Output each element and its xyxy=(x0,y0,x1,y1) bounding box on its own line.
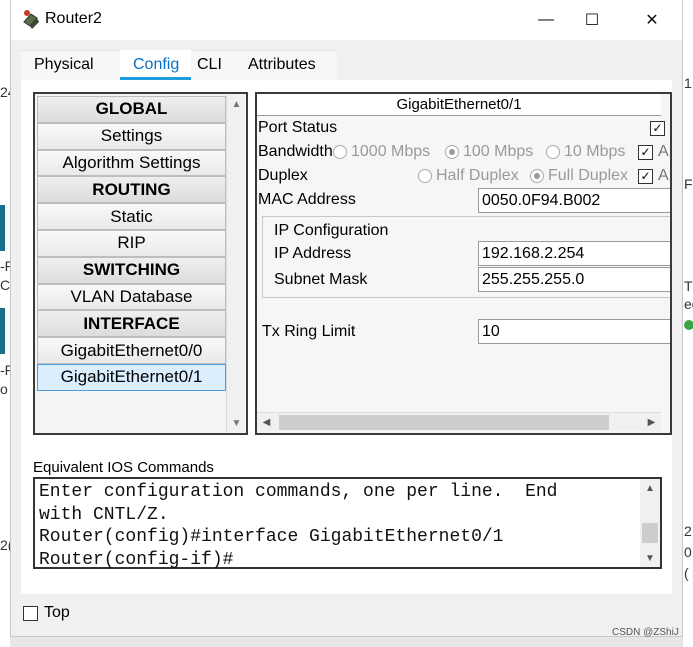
ios-commands-text: Enter configuration commands, one per li… xyxy=(39,482,558,570)
subnet-mask-label: Subnet Mask xyxy=(274,271,368,288)
minimize-button[interactable]: — xyxy=(523,0,569,40)
tab-config[interactable]: Config xyxy=(120,50,192,80)
bg-right-text: T xyxy=(684,278,693,294)
scroll-down-icon[interactable]: ▼ xyxy=(640,549,660,567)
duplex-label: Duplex xyxy=(258,167,308,184)
config-content: GLOBAL Settings Algorithm Settings ROUTI… xyxy=(21,80,672,594)
nav-scrollbar[interactable]: ▲ ▼ xyxy=(226,95,245,432)
radio-icon xyxy=(546,145,560,159)
bandwidth-label: Bandwidth xyxy=(258,143,333,160)
ip-configuration-label: IP Configuration xyxy=(274,222,389,239)
duplex-auto-checkbox[interactable]: ✓ xyxy=(638,169,653,184)
tab-attributes[interactable]: Attributes xyxy=(248,50,316,80)
watermark: CSDN @ZShiJ xyxy=(612,627,679,638)
scroll-left-icon[interactable]: ◀ xyxy=(257,413,276,432)
radio-selected-icon xyxy=(445,145,459,159)
nav-item-vlan-database[interactable]: VLAN Database xyxy=(37,283,226,311)
bandwidth-10-label: 10 Mbps xyxy=(564,143,626,160)
port-status-label: Port Status xyxy=(258,119,338,136)
duplex-half-option[interactable]: Half Duplex xyxy=(418,167,519,185)
nav-header-global: GLOBAL xyxy=(37,96,226,123)
config-nav-panel: GLOBAL Settings Algorithm Settings ROUTI… xyxy=(33,92,248,435)
close-button[interactable]: ✕ xyxy=(629,0,675,40)
scroll-right-icon[interactable]: ▶ xyxy=(642,413,661,432)
bg-link-status-dot xyxy=(684,320,693,330)
duplex-half-label: Half Duplex xyxy=(436,167,519,184)
scroll-down-icon[interactable]: ▼ xyxy=(227,414,246,432)
ios-scrollbar[interactable]: ▲ ▼ xyxy=(640,479,660,567)
maximize-button[interactable]: ☐ xyxy=(569,0,615,40)
router-icon xyxy=(21,9,43,31)
bg-device-icon xyxy=(0,308,5,354)
bandwidth-auto-checkbox[interactable]: ✓ xyxy=(638,145,653,160)
radio-icon xyxy=(333,145,347,159)
radio-selected-icon xyxy=(530,169,544,183)
bg-right-text: ( xyxy=(684,565,689,581)
ios-commands-box[interactable]: Enter configuration commands, one per li… xyxy=(33,477,662,570)
tab-physical[interactable]: Physical xyxy=(34,50,94,80)
interface-title: GigabitEthernet0/1 xyxy=(257,94,661,116)
duplex-full-label: Full Duplex xyxy=(548,167,629,184)
router-config-window: Router2 — ☐ ✕ Physical Config CLI Attrib… xyxy=(10,0,683,637)
scroll-up-icon[interactable]: ▲ xyxy=(227,95,246,113)
nav-item-settings[interactable]: Settings xyxy=(37,122,226,150)
bandwidth-auto-label: A xyxy=(658,143,669,160)
window-title: Router2 xyxy=(45,10,102,27)
bg-device-icon xyxy=(0,205,5,251)
bandwidth-1000-option[interactable]: 1000 Mbps xyxy=(333,143,430,161)
top-checkbox[interactable] xyxy=(23,606,38,621)
bandwidth-100-label: 100 Mbps xyxy=(463,143,534,160)
bg-right-text: 1 xyxy=(684,75,692,91)
config-nav-list: GLOBAL Settings Algorithm Settings ROUTI… xyxy=(37,96,226,391)
ios-commands-label: Equivalent IOS Commands xyxy=(33,459,214,476)
bandwidth-100-option[interactable]: 100 Mbps xyxy=(445,143,533,161)
tab-cli[interactable]: CLI xyxy=(197,50,222,80)
bg-right-text: eg xyxy=(684,296,693,312)
interface-detail-panel: GigabitEthernet0/1 Port Status ✓ Bandwid… xyxy=(255,92,672,435)
radio-icon xyxy=(418,169,432,183)
nav-item-gigabitethernet0-0[interactable]: GigabitEthernet0/0 xyxy=(37,337,226,364)
bandwidth-10-option[interactable]: 10 Mbps xyxy=(546,143,625,161)
tx-ring-limit-field[interactable]: 10 xyxy=(478,319,670,344)
title-bar[interactable]: Router2 — ☐ ✕ xyxy=(11,0,682,40)
ip-address-field[interactable]: 192.168.2.254 xyxy=(478,241,670,266)
duplex-full-option[interactable]: Full Duplex xyxy=(530,167,628,185)
bg-left-text: o xyxy=(0,381,8,397)
duplex-auto-label: A xyxy=(658,167,669,184)
bg-right-text: 2 xyxy=(684,523,692,539)
bandwidth-1000-label: 1000 Mbps xyxy=(351,143,431,160)
nav-header-interface: INTERFACE xyxy=(37,310,226,338)
detail-horizontal-scrollbar[interactable]: ◀ ▶ xyxy=(257,412,661,431)
nav-item-algorithm-settings[interactable]: Algorithm Settings xyxy=(37,149,226,177)
nav-item-static[interactable]: Static xyxy=(37,203,226,230)
nav-item-gigabitethernet0-1[interactable]: GigabitEthernet0/1 xyxy=(37,363,226,391)
top-label: Top xyxy=(44,604,70,621)
ip-address-label: IP Address xyxy=(274,245,352,262)
nav-item-rip[interactable]: RIP xyxy=(37,229,226,257)
bg-right-text: 0 xyxy=(684,544,692,560)
mac-address-field[interactable]: 0050.0F94.B002 xyxy=(478,188,670,213)
scroll-thumb[interactable] xyxy=(279,415,609,430)
ip-configuration-group: IP Configuration IP Address 192.168.2.25… xyxy=(262,216,670,298)
port-status-checkbox[interactable]: ✓ xyxy=(650,121,665,136)
nav-header-switching: SWITCHING xyxy=(37,256,226,284)
scroll-thumb[interactable] xyxy=(642,523,658,543)
tx-ring-limit-label: Tx Ring Limit xyxy=(262,323,356,340)
nav-header-routing: ROUTING xyxy=(37,176,226,204)
mac-address-label: MAC Address xyxy=(258,191,356,208)
subnet-mask-field[interactable]: 255.255.255.0 xyxy=(478,267,670,292)
bg-right-text: F xyxy=(684,176,693,192)
scroll-up-icon[interactable]: ▲ xyxy=(640,479,660,497)
